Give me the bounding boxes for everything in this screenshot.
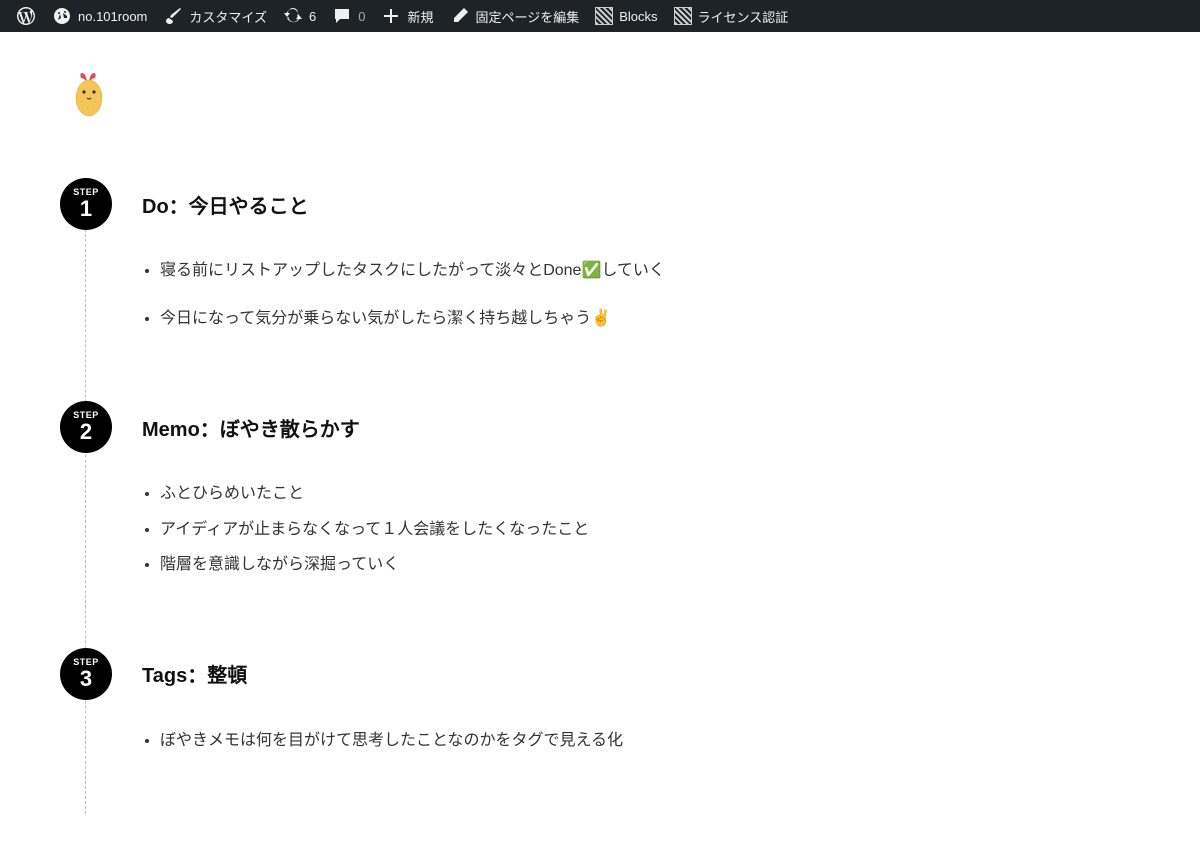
step-badge-number: 2 — [80, 421, 92, 443]
step-title: Memo：ぼやき散らかす — [142, 413, 360, 442]
customize-link[interactable]: カスタマイズ — [155, 0, 275, 32]
blocks-icon — [595, 7, 613, 25]
updates-link[interactable]: 6 — [275, 0, 324, 32]
step-badge: STEP 3 — [60, 648, 112, 700]
comments-count: 0 — [358, 9, 365, 24]
site-name-label: no.101room — [78, 9, 147, 24]
license-icon — [674, 7, 692, 25]
list-item: ぼやきメモは何を目がけて思考したことなのかをタグで見える化 — [160, 728, 1140, 754]
blocks-link[interactable]: Blocks — [587, 0, 665, 32]
list-item: アイディアが止まらなくなって１人会議をしたくなったこと — [160, 517, 1140, 543]
refresh-icon — [283, 6, 303, 26]
list-item: ふとひらめいたこと — [160, 481, 1140, 507]
pencil-icon — [450, 6, 470, 26]
step-items: ふとひらめいたこと アイディアが止まらなくなって１人会議をしたくなったこと 階層… — [60, 481, 1140, 578]
dashboard-icon — [52, 6, 72, 26]
edit-page-link[interactable]: 固定ページを編集 — [442, 0, 588, 32]
step-badge: STEP 1 — [60, 178, 112, 230]
customize-label: カスタマイズ — [189, 7, 267, 26]
avatar — [74, 72, 104, 118]
blocks-label: Blocks — [619, 9, 657, 24]
step-badge: STEP 2 — [60, 401, 112, 453]
license-label: ライセンス認証 — [698, 7, 789, 26]
edit-page-label: 固定ページを編集 — [476, 7, 580, 26]
new-content-link[interactable]: 新規 — [373, 0, 441, 32]
brush-icon — [163, 6, 183, 26]
step-header: STEP 3 Tags：整頓 — [60, 648, 1140, 700]
comment-icon — [332, 6, 352, 26]
plus-icon — [381, 6, 401, 26]
list-item: 今日になって気分が乗らない気がしたら潔く持ち越しちゃう✌️ — [160, 306, 1140, 332]
wordpress-icon — [16, 6, 36, 26]
new-label: 新規 — [407, 7, 433, 26]
list-item: 寝る前にリストアップしたタスクにしたがって淡々とDone✅していく — [160, 258, 1140, 284]
step-items: ぼやきメモは何を目がけて思考したことなのかをタグで見える化 — [60, 728, 1140, 754]
updates-count: 6 — [309, 9, 316, 24]
step-header: STEP 2 Memo：ぼやき散らかす — [60, 401, 1140, 453]
list-item: 階層を意識しながら深掘っていく — [160, 552, 1140, 578]
steps-container: STEP 1 Do：今日やること 寝る前にリストアップしたタスクにしたがって淡々… — [60, 178, 1140, 754]
step-1: STEP 1 Do：今日やること 寝る前にリストアップしたタスクにしたがって淡々… — [60, 178, 1140, 331]
step-header: STEP 1 Do：今日やること — [60, 178, 1140, 230]
site-name-link[interactable]: no.101room — [44, 0, 155, 32]
wp-logo[interactable] — [8, 0, 44, 32]
step-2: STEP 2 Memo：ぼやき散らかす ふとひらめいたこと アイディアが止まらな… — [60, 401, 1140, 578]
step-title: Tags：整頓 — [142, 659, 247, 688]
wp-admin-bar: no.101room カスタマイズ 6 0 新規 固定ページを編集 Blocks — [0, 0, 1200, 32]
step-title: Do：今日やること — [142, 190, 309, 219]
step-badge-number: 1 — [80, 198, 92, 220]
page-content: STEP 1 Do：今日やること 寝る前にリストアップしたタスクにしたがって淡々… — [0, 32, 1200, 864]
step-3: STEP 3 Tags：整頓 ぼやきメモは何を目がけて思考したことなのかをタグで… — [60, 648, 1140, 754]
comments-link[interactable]: 0 — [324, 0, 373, 32]
license-link[interactable]: ライセンス認証 — [666, 0, 797, 32]
step-badge-number: 3 — [80, 668, 92, 690]
step-items: 寝る前にリストアップしたタスクにしたがって淡々とDone✅していく 今日になって… — [60, 258, 1140, 331]
